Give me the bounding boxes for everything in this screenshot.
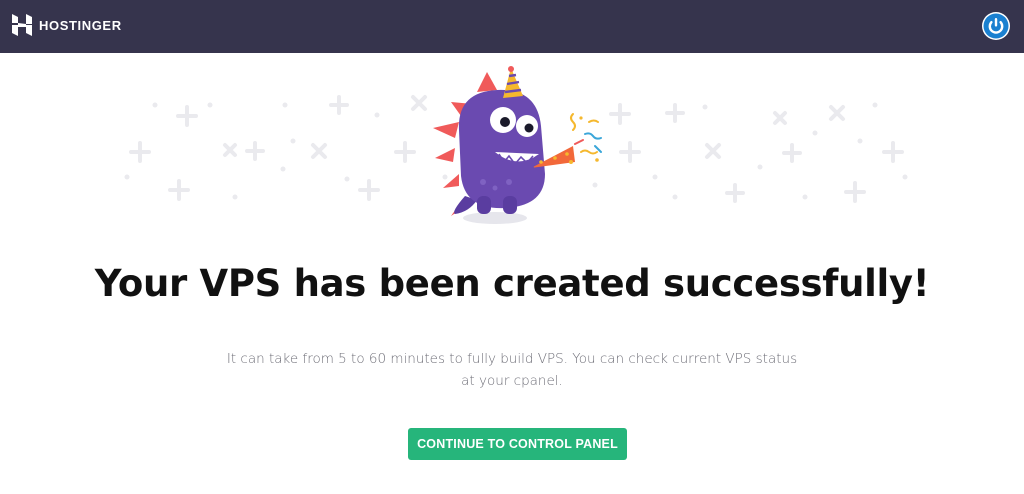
continue-to-control-panel-button[interactable]: CONTINUE TO CONTROL PANEL: [408, 428, 627, 460]
status-description-line-1: It can take from 5 to 60 minutes to full…: [226, 351, 798, 367]
power-button[interactable]: [982, 12, 1010, 40]
brand-name: HOSTINGER: [39, 17, 122, 33]
party-monster-illustration: [433, 66, 602, 224]
status-description-line-2: at your cpanel.: [461, 373, 563, 389]
status-description: It can take from 5 to 60 minutes to full…: [212, 348, 812, 392]
hostinger-logo-icon: [12, 14, 32, 36]
page-title: Your VPS has been created successfully!: [94, 262, 930, 305]
brand-home-link[interactable]: HOSTINGER: [12, 14, 122, 36]
power-icon: [983, 13, 1009, 39]
top-navigation-bar: HOSTINGER: [0, 0, 1024, 53]
